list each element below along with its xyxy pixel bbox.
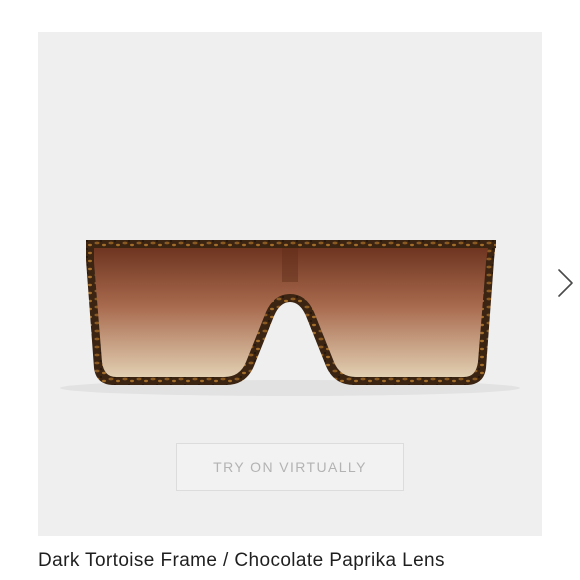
try-on-virtually-button[interactable]: TRY ON VIRTUALLY (176, 443, 404, 491)
product-gallery-page: TRY ON VIRTUALLY Dark Tortoise Frame / C… (0, 0, 580, 580)
product-image-stage: TRY ON VIRTUALLY (38, 32, 542, 536)
product-variant-caption: Dark Tortoise Frame / Chocolate Paprika … (38, 550, 445, 571)
chevron-right-icon[interactable] (556, 268, 576, 298)
